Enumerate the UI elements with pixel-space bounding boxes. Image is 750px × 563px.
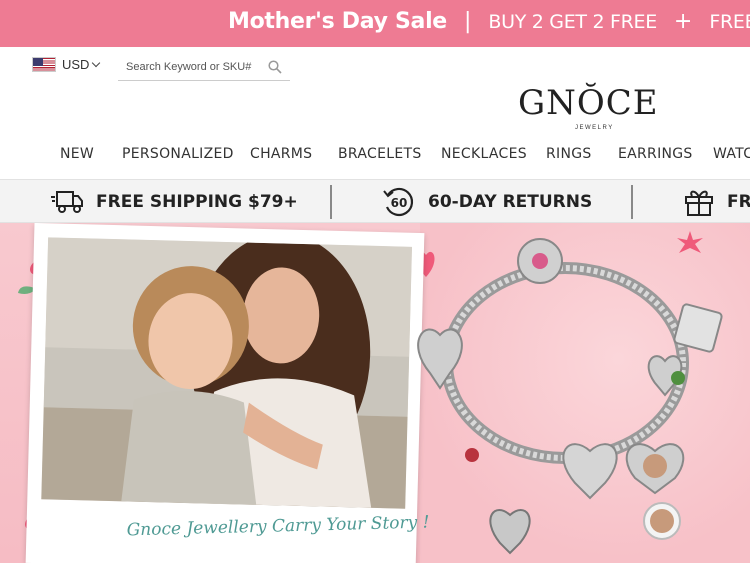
charm-bracelet-icon — [417, 238, 723, 555]
nav-item-rings[interactable]: RINGS — [546, 146, 592, 162]
search-input[interactable] — [126, 60, 266, 73]
hero-caption: Gnoce Jewellery Carry Your Story ! — [126, 512, 430, 541]
nav-item-bracelets[interactable]: BRACELETS — [338, 146, 422, 162]
logo-subtitle: JEWELRY — [575, 125, 614, 131]
nav-item-necklaces[interactable]: NECKLACES — [441, 146, 527, 162]
benefit-divider — [631, 185, 633, 219]
benefit-label: FREE GIFT — [727, 192, 750, 212]
site-logo[interactable]: GNŎCE JEWELRY — [518, 85, 688, 135]
chevron-down-icon — [92, 58, 101, 68]
benefit-returns[interactable]: 60 60-DAY RETURNS — [382, 180, 593, 222]
site-header: USD GNŎCE JEWELRY NEW PERSONALIZED CHARM… — [0, 47, 750, 179]
benefit-label: FREE SHIPPING $79+ — [96, 192, 298, 212]
promo-separator: | — [463, 9, 472, 34]
main-nav: NEW PERSONALIZED CHARMS BRACELETS NECKLA… — [0, 146, 750, 168]
logo-wordmark: GNŎCE — [518, 83, 659, 123]
search-box — [118, 53, 290, 81]
nav-item-charms[interactable]: CHARMS — [250, 146, 312, 162]
truck-icon — [50, 189, 84, 215]
benefit-label: 60-DAY RETURNS — [428, 192, 593, 212]
promo-banner[interactable]: Mother's Day Sale | BUY 2 GET 2 FREE + F… — [0, 0, 750, 47]
mother-daughter-photo — [41, 237, 413, 509]
promo-plus: + — [673, 9, 693, 34]
nav-item-watches[interactable]: WATCHES — [713, 146, 750, 162]
returns-badge-text: 60 — [391, 196, 408, 210]
promo-offer-free-bracelet: FREE BRACELET WITH — [709, 10, 750, 33]
benefit-free-gift[interactable]: FREE GIFT — [683, 180, 750, 222]
us-flag-icon — [32, 57, 56, 72]
gift-icon — [683, 187, 715, 217]
currency-label: USD — [62, 57, 90, 72]
promo-offer-buy2get2: BUY 2 GET 2 FREE — [488, 10, 657, 33]
photo-polaroid: Gnoce Jewellery Carry Your Story ! — [25, 223, 430, 563]
benefits-bar: FREE SHIPPING $79+ 60 60-DAY RETURNS FRE… — [0, 179, 750, 223]
promo-title: Mother's Day Sale — [228, 9, 447, 34]
nav-item-new[interactable]: NEW — [60, 146, 94, 162]
hero-banner[interactable]: Gnoce Jewellery Carry Your Story ! — [0, 223, 750, 563]
currency-selector[interactable]: USD — [32, 57, 101, 72]
nav-item-earrings[interactable]: EARRINGS — [618, 146, 693, 162]
benefit-free-shipping[interactable]: FREE SHIPPING $79+ — [50, 180, 298, 222]
search-icon[interactable] — [268, 60, 282, 79]
nav-item-personalized[interactable]: PERSONALIZED — [122, 146, 234, 162]
benefit-divider — [330, 185, 332, 219]
return-60-icon: 60 — [382, 186, 416, 218]
